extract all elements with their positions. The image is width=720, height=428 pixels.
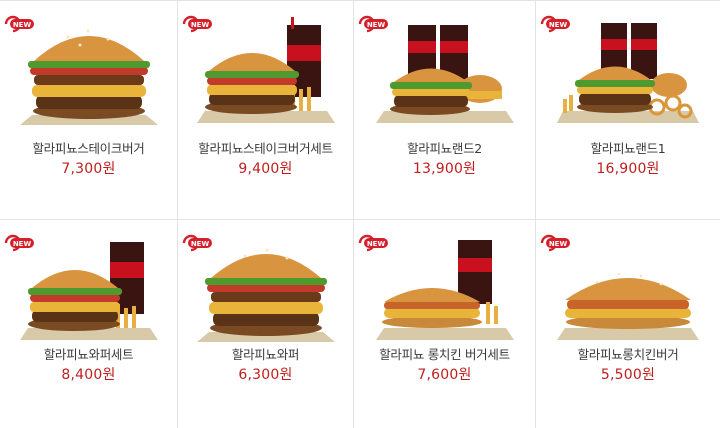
new-badge-icon: NEW bbox=[540, 234, 570, 252]
product-grid: NEW 할라피뇨스테이크버거 7,300원 NEW 할라피뇨스테이크버거세트 9… bbox=[0, 0, 720, 428]
new-badge-icon: NEW bbox=[182, 15, 212, 33]
product-card[interactable]: NEW 할라피뇨 롱치킨 버거세트 7,600원 bbox=[354, 220, 536, 428]
product-price: 13,900원 bbox=[412, 161, 477, 177]
product-card[interactable]: NEW 할라피뇨와퍼세트 8,400원 bbox=[0, 220, 178, 428]
new-badge-text: NEW bbox=[549, 21, 568, 29]
product-name: 할라피뇨롱치킨버거 bbox=[577, 347, 679, 362]
product-card[interactable]: NEW 할라피뇨랜드1 16,900원 bbox=[536, 1, 720, 220]
product-price: 16,900원 bbox=[596, 161, 660, 177]
product-card[interactable]: NEW 할라피뇨롱치킨버거 5,500원 bbox=[536, 220, 720, 428]
product-price: 8,400원 bbox=[61, 367, 116, 383]
burger-image bbox=[196, 248, 335, 342]
new-badge-text: NEW bbox=[191, 240, 210, 248]
burger-image bbox=[19, 29, 158, 125]
product-name: 할라피뇨 롱치킨 버거세트 bbox=[379, 347, 510, 362]
new-badge-icon: NEW bbox=[4, 234, 34, 252]
burger-set-image bbox=[196, 17, 335, 123]
new-badge-text: NEW bbox=[191, 21, 210, 29]
new-badge-text: NEW bbox=[367, 21, 386, 29]
product-price: 9,400원 bbox=[238, 161, 293, 177]
new-badge-text: NEW bbox=[367, 240, 386, 248]
product-price: 7,300원 bbox=[61, 161, 116, 177]
new-badge-text: NEW bbox=[549, 240, 568, 248]
product-name: 할라피뇨스테이크버거세트 bbox=[198, 141, 333, 156]
new-badge-text: NEW bbox=[13, 21, 32, 29]
new-badge-icon: NEW bbox=[358, 234, 388, 252]
product-price: 6,300원 bbox=[238, 367, 293, 383]
new-badge-icon: NEW bbox=[358, 15, 388, 33]
new-badge-text: NEW bbox=[13, 240, 32, 248]
product-name: 할라피뇨랜드1 bbox=[590, 141, 666, 156]
product-name: 할라피뇨스테이크버거 bbox=[32, 141, 145, 156]
product-name: 할라피뇨와퍼 bbox=[231, 347, 300, 362]
burger-combo-onion-image bbox=[557, 23, 699, 123]
product-card[interactable]: NEW 할라피뇨와퍼 6,300원 bbox=[178, 220, 354, 428]
product-name: 할라피뇨와퍼세트 bbox=[43, 347, 134, 362]
burger-set-image bbox=[19, 242, 158, 340]
product-card[interactable]: NEW 할라피뇨스테이크버거세트 9,400원 bbox=[178, 1, 354, 220]
product-card[interactable]: NEW 할라피뇨랜드2 13,900원 bbox=[354, 1, 536, 220]
long-burger-set-image bbox=[375, 240, 514, 340]
product-price: 7,600원 bbox=[417, 367, 472, 383]
long-burger-image bbox=[557, 272, 699, 340]
product-price: 5,500원 bbox=[600, 367, 656, 383]
new-badge-icon: NEW bbox=[540, 15, 570, 33]
product-name: 할라피뇨랜드2 bbox=[407, 141, 482, 156]
new-badge-icon: NEW bbox=[4, 15, 34, 33]
product-card[interactable]: NEW 할라피뇨스테이크버거 7,300원 bbox=[0, 1, 178, 220]
new-badge-icon: NEW bbox=[182, 234, 212, 252]
burger-combo-image bbox=[375, 25, 514, 123]
